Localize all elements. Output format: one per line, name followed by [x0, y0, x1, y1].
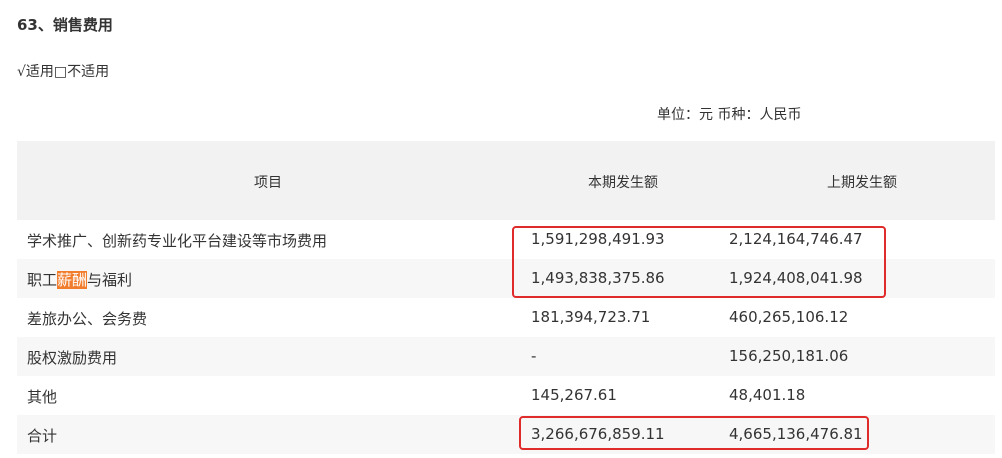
search-highlight: 薪酬	[57, 271, 88, 289]
table-header: 项目 本期发生额 上期发生额	[17, 141, 995, 220]
applicable-note: √适用□不适用	[17, 64, 110, 80]
highlight-box-top-rows	[512, 226, 886, 298]
row-item: 股权激励费用	[27, 349, 118, 367]
row-item: 差旅办公、会务费	[27, 310, 148, 328]
row-item-suffix: 与福利	[87, 271, 133, 289]
header-item: 项目	[254, 175, 282, 191]
row-previous: 156,250,181.06	[729, 347, 849, 365]
row-item: 职工薪酬与福利	[27, 269, 132, 290]
row-current: -	[531, 347, 537, 365]
row-item: 合计	[27, 427, 58, 445]
row-item: 学术推广、创新药专业化平台建设等市场费用	[27, 232, 328, 250]
row-current: 181,394,723.71	[531, 308, 651, 326]
section-title: 63、销售费用	[17, 16, 113, 34]
row-current: 145,267.61	[531, 386, 617, 404]
table-row: 其他 145,267.61 48,401.18	[17, 376, 995, 415]
table-row: 差旅办公、会务费 181,394,723.71 460,265,106.12	[17, 298, 995, 337]
header-previous-period: 上期发生额	[827, 175, 897, 191]
row-item: 其他	[27, 388, 58, 406]
row-previous: 460,265,106.12	[729, 308, 849, 326]
highlight-box-total-row	[519, 416, 869, 450]
table-row: 股权激励费用 - 156,250,181.06	[17, 337, 995, 376]
row-item-prefix: 职工	[27, 271, 58, 289]
unit-currency-note: 单位：元 币种：人民币	[657, 107, 802, 123]
header-current-period: 本期发生额	[588, 175, 658, 191]
row-previous: 48,401.18	[729, 386, 806, 404]
